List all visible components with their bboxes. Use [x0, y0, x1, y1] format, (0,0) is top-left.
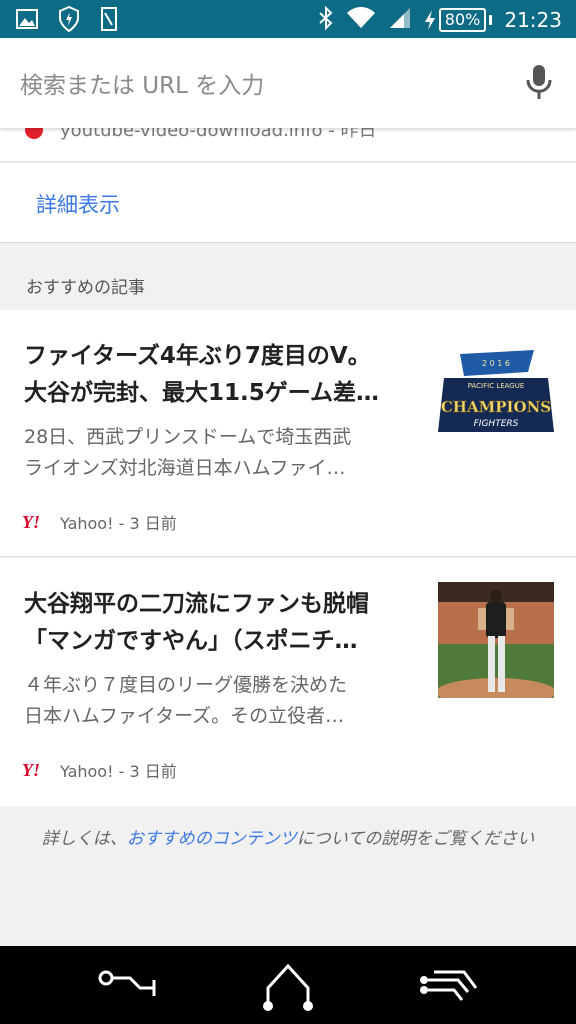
article-source-label: Yahoo! - 3 日前	[60, 762, 177, 781]
search-bar[interactable]: 検索または URL を入力	[0, 38, 576, 128]
svg-text:FIGHTERS: FIGHTERS	[474, 419, 519, 429]
shield-icon	[58, 5, 80, 36]
article-thumbnail: 2 0 1 6 PACIFIC LEAGUE CHAMPIONS FIGHTER…	[438, 334, 554, 450]
more-row: 詳細表示	[0, 163, 576, 243]
wifi-icon	[346, 6, 376, 34]
svg-text:PACIFIC LEAGUE: PACIFIC LEAGUE	[468, 382, 525, 390]
search-input[interactable]: 検索または URL を入力	[20, 66, 264, 100]
article-source-label: Yahoo! - 3 日前	[60, 514, 177, 533]
battery-icon: 80%	[424, 8, 493, 32]
footer-note: 詳しくは、おすすめのコンテンツについての説明をご覧ください	[41, 829, 535, 849]
navigation-bar	[0, 946, 576, 1024]
battery-percent: 80%	[438, 8, 487, 32]
bluetooth-icon	[318, 5, 334, 34]
history-item-label: youtube-video-download.info - 昨日	[60, 128, 377, 141]
cell-signal-icon	[388, 6, 412, 34]
article-thumbnail	[438, 582, 554, 698]
article-source: Y! Yahoo! - 3 日前	[22, 758, 177, 782]
show-more-link[interactable]: 詳細表示	[36, 189, 120, 219]
recommended-content-link[interactable]: おすすめのコンテンツ	[127, 829, 297, 849]
article-card[interactable]: ファイターズ4年ぶり7度目のV。 大谷が完封、最大11.5ゲーム差… 28日、西…	[0, 310, 576, 557]
clock: 21:23	[504, 8, 562, 32]
svg-text:CHAMPIONS: CHAMPIONS	[441, 398, 551, 416]
recent-apps-icon[interactable]	[418, 958, 482, 1012]
sd-card-icon	[100, 7, 118, 35]
microphone-icon[interactable]	[526, 64, 552, 104]
article-source: Y! Yahoo! - 3 日前	[22, 510, 177, 534]
history-item[interactable]: youtube-video-download.info - 昨日	[0, 128, 576, 162]
article-title: ファイターズ4年ぶり7度目のV。 大谷が完封、最大11.5ゲーム差…	[24, 343, 380, 406]
image-icon	[16, 8, 38, 34]
article-title: 大谷翔平の二刀流にファンも脱帽 「マンガですやん」（スポニチ…	[24, 591, 369, 654]
yahoo-logo-icon: Y!	[22, 759, 40, 780]
charging-icon	[424, 10, 435, 30]
svg-text:2 0 1 6: 2 0 1 6	[482, 359, 510, 368]
article-card[interactable]: 大谷翔平の二刀流にファンも脱帽 「マンガですやん」（スポニチ… ４年ぶり７度目の…	[0, 558, 576, 806]
article-snippet: 28日、西武プリンスドームで埼玉西武 ライオンズ対北海道日本ハムファイ…	[24, 426, 352, 479]
section-title: おすすめの記事	[26, 278, 145, 298]
back-icon[interactable]	[96, 958, 160, 1012]
article-snippet: ４年ぶり７度目のリーグ優勝を決めた 日本ハムファイターズ。その立役者…	[24, 674, 348, 727]
yahoo-logo-icon: Y!	[22, 511, 40, 532]
home-icon[interactable]	[258, 958, 318, 1018]
site-favicon-icon	[24, 128, 44, 144]
status-bar: 80% 21:23	[0, 0, 576, 38]
